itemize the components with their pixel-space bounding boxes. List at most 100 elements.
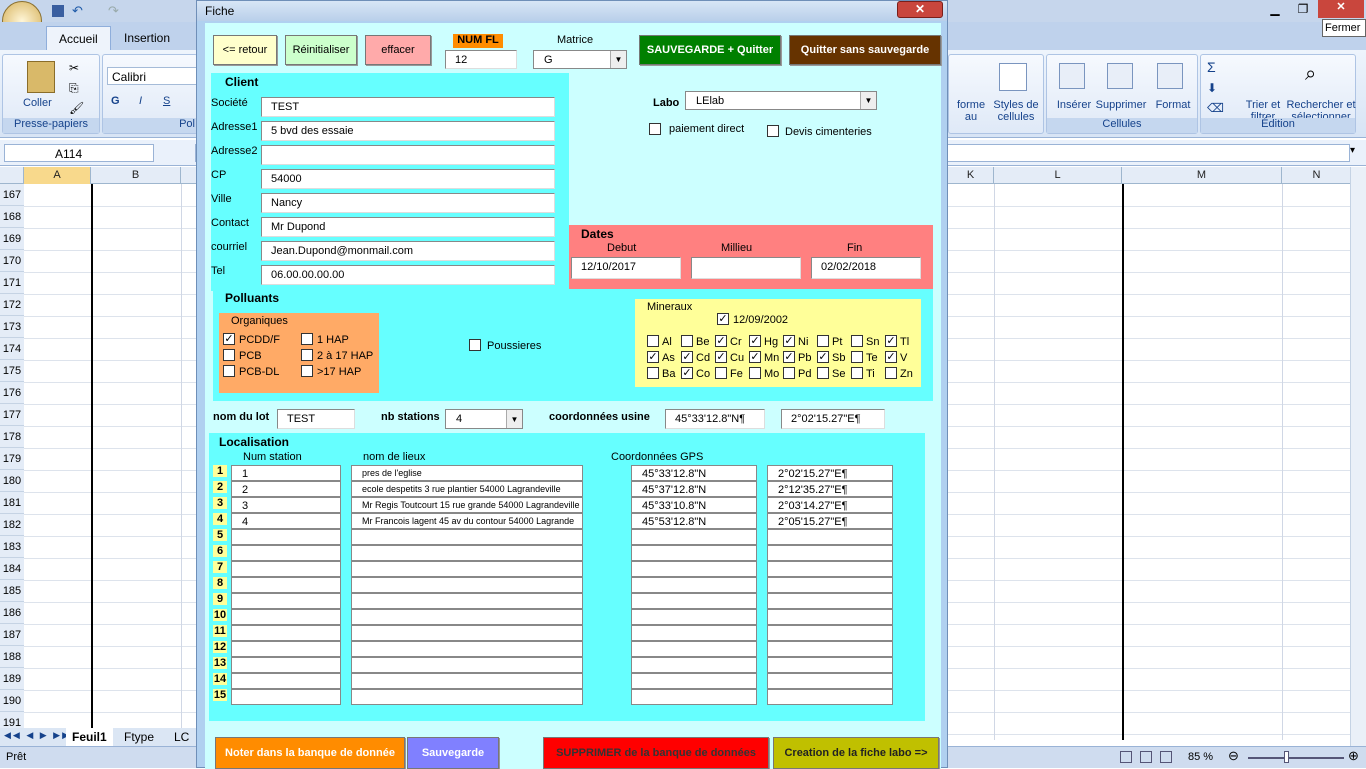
- station-num-input[interactable]: [231, 673, 341, 689]
- zoom-level[interactable]: 85 %: [1188, 751, 1213, 763]
- station-lon-input[interactable]: [767, 673, 893, 689]
- station-lon-input[interactable]: [767, 625, 893, 641]
- row-header[interactable]: 171: [0, 272, 24, 294]
- station-lieu-input[interactable]: [351, 689, 583, 705]
- station-lieu-input[interactable]: [351, 545, 583, 561]
- organique-checkbox[interactable]: [223, 365, 235, 377]
- station-lon-input[interactable]: 2°12'35.27"E¶: [767, 481, 893, 497]
- debut-input[interactable]: 12/10/2017: [571, 257, 681, 279]
- row-header[interactable]: 188: [0, 646, 24, 668]
- station-num-input[interactable]: [231, 641, 341, 657]
- station-lat-input[interactable]: [631, 641, 757, 657]
- nb-stations-select[interactable]: 4 ▼: [445, 409, 523, 429]
- coord-usine-n-input[interactable]: 45°33'12.8"N¶: [665, 409, 765, 429]
- mineral-checkbox[interactable]: [817, 335, 829, 347]
- row-header[interactable]: 179: [0, 448, 24, 470]
- row-header[interactable]: 168: [0, 206, 24, 228]
- station-lieu-input[interactable]: [351, 657, 583, 673]
- station-lieu-input[interactable]: pres de l'eglise: [351, 465, 583, 481]
- column-header-m[interactable]: M: [1122, 167, 1282, 184]
- zoom-slider[interactable]: [1248, 757, 1344, 759]
- mineral-checkbox[interactable]: ✓: [681, 351, 693, 363]
- db-delete-button[interactable]: SUPPRIMER de la banque de données: [543, 737, 769, 769]
- mineral-checkbox[interactable]: [749, 367, 761, 379]
- station-lat-input[interactable]: [631, 657, 757, 673]
- station-lat-input[interactable]: [631, 593, 757, 609]
- mineral-checkbox[interactable]: ✓: [749, 351, 761, 363]
- styles-partial-label[interactable]: forme au: [953, 99, 989, 123]
- station-num-input[interactable]: [231, 545, 341, 561]
- row-header[interactable]: 180: [0, 470, 24, 492]
- station-lon-input[interactable]: [767, 657, 893, 673]
- db-note-button[interactable]: Noter dans la banque de donnée: [215, 737, 405, 769]
- station-lieu-input[interactable]: [351, 577, 583, 593]
- row-header[interactable]: 186: [0, 602, 24, 624]
- chevron-down-icon[interactable]: ▼: [610, 51, 626, 68]
- clear-icon[interactable]: ⌫: [1207, 101, 1224, 115]
- station-lat-input[interactable]: 45°37'12.8"N: [631, 481, 757, 497]
- station-num-input[interactable]: [231, 625, 341, 641]
- station-num-input[interactable]: [231, 561, 341, 577]
- row-header[interactable]: 169: [0, 228, 24, 250]
- station-lieu-input[interactable]: [351, 593, 583, 609]
- milieu-input[interactable]: [691, 257, 801, 279]
- name-box[interactable]: A114: [4, 144, 154, 162]
- redo-icon[interactable]: ↷: [108, 3, 119, 19]
- row-header[interactable]: 184: [0, 558, 24, 580]
- lab-sheet-button[interactable]: Creation de la fiche labo =>: [773, 737, 939, 769]
- organique-checkbox[interactable]: [301, 349, 313, 361]
- expand-formula-icon[interactable]: ▾: [1350, 145, 1355, 156]
- row-header[interactable]: 175: [0, 360, 24, 382]
- station-lieu-input[interactable]: [351, 609, 583, 625]
- zoom-slider-thumb[interactable]: [1284, 751, 1289, 763]
- vertical-scrollbar[interactable]: [1350, 167, 1366, 746]
- station-lon-input[interactable]: [767, 641, 893, 657]
- station-lon-input[interactable]: [767, 593, 893, 609]
- labo-select[interactable]: LElab ▼: [685, 91, 877, 110]
- station-num-input[interactable]: 1: [231, 465, 341, 481]
- font-name-box[interactable]: Calibri: [107, 67, 197, 85]
- mineral-checkbox[interactable]: [851, 351, 863, 363]
- station-num-input[interactable]: [231, 577, 341, 593]
- mineral-checkbox[interactable]: [715, 367, 727, 379]
- undo-icon[interactable]: ↶: [72, 3, 83, 19]
- client-field-input[interactable]: Jean.Dupond@monmail.com: [261, 241, 555, 261]
- station-lat-input[interactable]: [631, 545, 757, 561]
- client-field-input[interactable]: 5 bvd des essaie: [261, 121, 555, 141]
- devis-checkbox[interactable]: [767, 125, 779, 137]
- station-lieu-input[interactable]: [351, 625, 583, 641]
- mineral-checkbox[interactable]: ✓: [817, 351, 829, 363]
- mineral-checkbox[interactable]: ✓: [749, 335, 761, 347]
- cut-icon[interactable]: ✂: [69, 61, 79, 75]
- station-lat-input[interactable]: 45°53'12.8"N: [631, 513, 757, 529]
- save-icon[interactable]: [52, 5, 64, 17]
- sheet-nav-icon[interactable]: ◀◀ ◀ ▶ ▶▶: [4, 730, 71, 741]
- station-lon-input[interactable]: [767, 545, 893, 561]
- client-field-input[interactable]: Nancy: [261, 193, 555, 213]
- normal-view-icon[interactable]: [1120, 751, 1132, 763]
- mineral-checkbox[interactable]: [681, 335, 693, 347]
- row-header[interactable]: 182: [0, 514, 24, 536]
- back-button[interactable]: <= retour: [213, 35, 277, 65]
- mineral-checkbox[interactable]: ✓: [681, 367, 693, 379]
- station-lon-input[interactable]: [767, 609, 893, 625]
- row-header[interactable]: 190: [0, 690, 24, 712]
- lot-input[interactable]: TEST: [277, 409, 355, 429]
- italic-button[interactable]: I: [139, 95, 142, 107]
- client-field-input[interactable]: 54000: [261, 169, 555, 189]
- station-lat-input[interactable]: [631, 561, 757, 577]
- station-lat-input[interactable]: 45°33'10.8"N: [631, 497, 757, 513]
- mineral-checkbox[interactable]: ✓: [783, 335, 795, 347]
- station-lon-input[interactable]: [767, 561, 893, 577]
- restore-button[interactable]: ❐: [1290, 2, 1316, 18]
- row-header[interactable]: 177: [0, 404, 24, 426]
- station-lieu-input[interactable]: [351, 529, 583, 545]
- row-header[interactable]: 176: [0, 382, 24, 404]
- station-num-input[interactable]: [231, 609, 341, 625]
- num-fl-input[interactable]: 12: [445, 50, 517, 69]
- station-num-input[interactable]: [231, 593, 341, 609]
- mineral-checkbox[interactable]: ✓: [647, 351, 659, 363]
- station-lat-input[interactable]: [631, 673, 757, 689]
- delete-button[interactable]: Supprimer: [1093, 99, 1149, 111]
- row-header[interactable]: 181: [0, 492, 24, 514]
